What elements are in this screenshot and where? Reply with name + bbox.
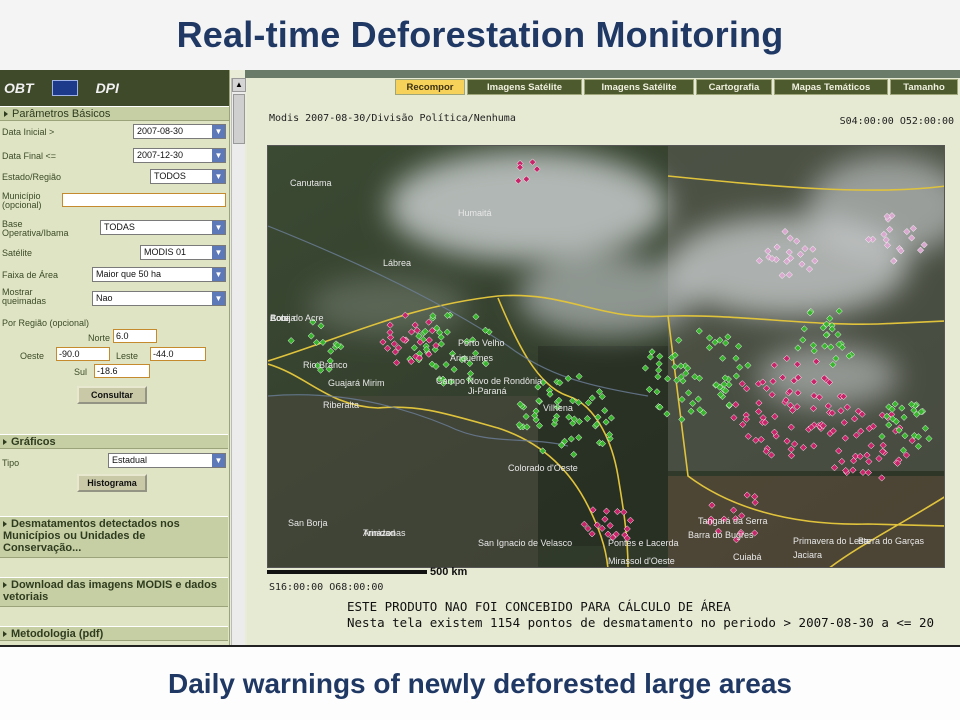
data-final-select[interactable]: 2007-12-30 ▼ [133,148,226,163]
place-label: Porto Velho [458,338,505,348]
satelite-label: Satélite [2,248,33,258]
coord-top-right: S04:00:00 O52:00:00 [839,116,954,127]
regiao-label: Por Região (opcional) [2,318,90,328]
section-download[interactable]: Download das imagens MODIS e dados vetor… [0,577,228,607]
satelite-select[interactable]: MODIS 01 ▼ [140,245,226,260]
area-warning-text: ESTE PRODUTO NAO FOI CONCEBIDO PARA CÁLC… [347,599,731,614]
satellite-map[interactable]: Canutama Humaitá Lábrea Porto Velho Ariqueme… [267,145,945,568]
place-label: Canutama [290,178,332,188]
estado-select[interactable]: TODOS ▼ [150,169,226,184]
place-label: Humaitá [458,208,492,218]
scale-bar: 500 km [267,566,497,579]
place-label: Vilhena [543,403,573,413]
data-inicial-label: Data Inicial > [2,127,55,137]
map-caption: Modis 2007-08-30/Divisão Política/Nenhum… [269,113,516,124]
place-label: Campo Novo de Rondônia [436,376,542,386]
place-label: San Ignacio de Velasco [478,538,572,548]
tab-0[interactable]: Recompor [395,79,465,95]
section-graficos[interactable]: Gráficos [0,434,228,449]
tab-1[interactable]: Imagens Satélite [467,79,582,95]
eu-flag-icon [51,80,78,96]
place-label: Riberalta [323,400,359,410]
norte-input[interactable]: 6.0 [113,329,157,343]
satellite-map-svg: Canutama Humaitá Lábrea Porto Velho Ariqueme… [268,146,944,567]
chevron-down-icon: ▼ [212,268,225,281]
leste-input[interactable]: -44.0 [150,347,206,361]
place-label: Cuiabá [733,552,762,562]
scale-label: 500 km [430,566,468,578]
place-label: Lábrea [383,258,411,268]
base-select[interactable]: TODAS ▼ [100,220,226,235]
tab-3[interactable]: Cartografia [696,79,772,95]
expand-arrow-icon [3,521,7,527]
oeste-label: Oeste [20,351,45,361]
faixa-select[interactable]: Maior que 50 ha ▼ [92,267,226,282]
obt-logo: OBT [4,80,34,96]
chevron-down-icon: ▼ [212,454,225,467]
tab-4[interactable]: Mapas Temáticos [774,79,888,95]
chevron-down-icon: ▼ [212,125,225,138]
chevron-down-icon: ▼ [212,149,225,162]
data-inicial-select[interactable]: 2007-08-30 ▼ [133,124,226,139]
place-label: Acre [270,313,289,323]
place-label: Guajará Mirim [328,378,385,388]
data-final-label: Data Final <= [2,151,57,161]
sul-label: Sul [74,367,88,377]
section-parametros-basicos[interactable]: Parâmetros Básicos [0,106,229,121]
section-metodologia[interactable]: Metodologia (pdf) [0,626,228,641]
expand-arrow-icon [4,111,8,117]
tab-5[interactable]: Tamanho [890,79,958,95]
scroll-up-icon[interactable]: ▲ [232,78,246,92]
place-label: Jaciara [793,550,822,560]
place-label: Pontes e Lacerda [608,538,679,548]
chevron-down-icon: ▼ [212,221,225,234]
logo-bar: OBT DPI [0,70,229,106]
left-panel: OBT DPI Parâmetros Básicos Data Inicial … [0,70,230,645]
municipio-input[interactable] [62,193,226,207]
slide-caption: Daily warnings of newly deforested large… [0,645,960,720]
expand-arrow-icon [3,439,7,445]
scale-bar-line [267,570,427,574]
section-desmatamentos[interactable]: Desmatamentos detectados nos Municípios … [0,516,228,558]
place-label: Tangará da Serra [698,516,768,526]
sul-input[interactable]: -18.6 [94,364,150,378]
mostrar-label: Mostrar queimadas [2,287,47,306]
point-count-text: Nesta tela existem 1154 pontos de desmat… [347,615,934,630]
tipo-select[interactable]: Estadual ▼ [108,453,226,468]
place-label: Amazonas [363,528,406,538]
chevron-down-icon: ▼ [212,246,225,259]
scroll-thumb[interactable] [233,94,245,144]
slide-title: Real-time Deforestation Monitoring [176,14,784,55]
map-area: Recompor Imagens Satélite Imagens Satélite… [245,70,960,645]
leste-label: Leste [116,351,139,361]
histograma-button[interactable]: Histograma [77,474,147,492]
place-label: San Borja [288,518,328,528]
place-label: Colorado d'Oeste [508,463,578,473]
expand-arrow-icon [3,582,7,588]
place-label: Ji-Paraná [468,386,507,396]
mostrar-select[interactable]: Nao ▼ [92,291,226,306]
base-label: Base Operativa/Ibama [2,219,69,238]
chevron-down-icon: ▼ [212,170,225,183]
estado-label: Estado/Região [2,172,62,182]
tab-strip [245,70,960,78]
place-label: Barra do Garças [858,536,925,546]
place-label: Rio Branco [303,360,348,370]
app-screenshot: OBT DPI Parâmetros Básicos Data Inicial … [0,70,960,645]
faixa-label: Faixa de Área [2,270,59,280]
place-label: Ariquemes [450,353,494,363]
dpi-logo: DPI [95,80,119,96]
expand-arrow-icon [3,631,7,637]
norte-label: Norte [88,333,111,343]
place-label: Mirassol d'Oeste [608,556,675,566]
place-label: Barra do Bugres [688,530,754,540]
left-panel-scrollbar[interactable]: ▲ [231,78,246,645]
chevron-down-icon: ▼ [212,292,225,305]
tipo-label: Tipo [2,458,20,468]
consultar-button[interactable]: Consultar [77,386,147,404]
tab-2[interactable]: Imagens Satélite [584,79,694,95]
coord-bottom-left: S16:00:00 O68:00:00 [269,582,384,593]
municipio-label: Município (opcional) [2,191,42,210]
oeste-input[interactable]: -90.0 [56,347,110,361]
